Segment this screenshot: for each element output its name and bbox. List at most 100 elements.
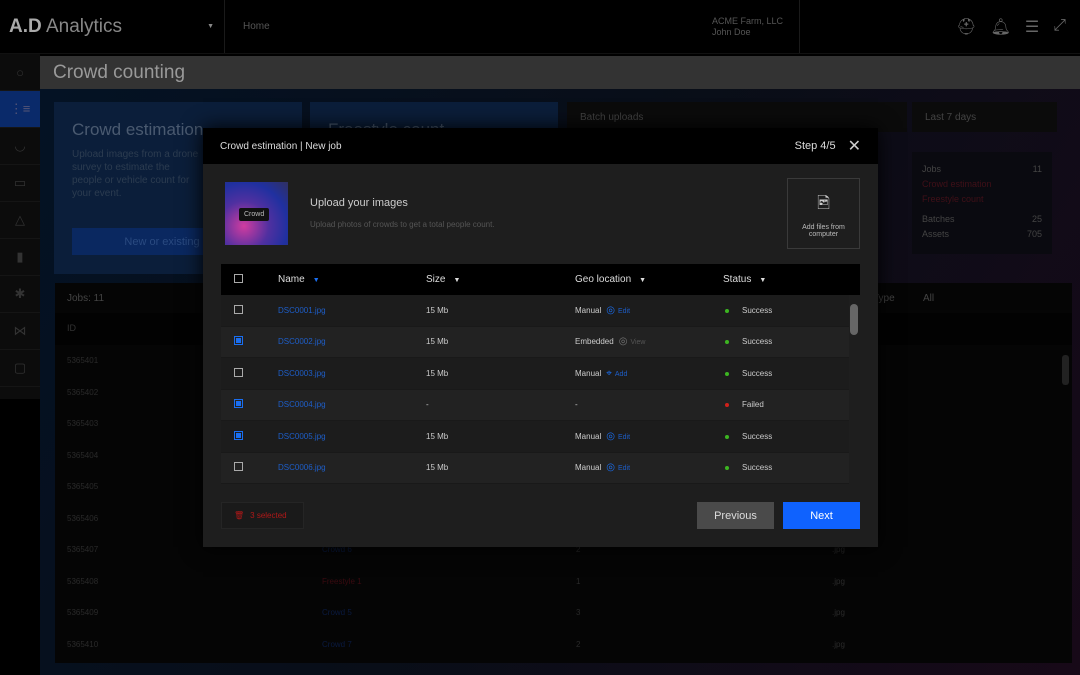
- table-scrollbar[interactable]: [850, 304, 858, 335]
- row-checkbox[interactable]: [234, 367, 243, 377]
- sort-icon: ▼: [639, 277, 647, 284]
- job-id: 5365407: [67, 545, 99, 554]
- sidebar-item-5[interactable]: ▮: [0, 239, 40, 276]
- upload-title: Upload your images: [310, 197, 408, 209]
- id-header[interactable]: ID: [67, 323, 76, 333]
- close-icon[interactable]: ✕: [848, 136, 861, 156]
- type-select[interactable]: All: [923, 293, 934, 304]
- job-name[interactable]: Crowd 5: [322, 608, 352, 617]
- file-row: DSC0003.jpg 15 Mb Manual ⌖ Add Success: [221, 358, 849, 390]
- breadcrumb-home[interactable]: Home: [225, 21, 700, 32]
- row-checkbox[interactable]: [234, 336, 243, 346]
- file-size: -: [426, 400, 429, 410]
- file-name[interactable]: DSC0005.jpg: [278, 432, 326, 441]
- crowd-thumbnail: Crowd: [225, 182, 288, 245]
- sidebar-item-7[interactable]: ⋈: [0, 313, 40, 350]
- geo-edit-link[interactable]: Edit: [618, 434, 630, 441]
- job-ext: .jpg: [832, 639, 845, 649]
- file-row: DSC0006.jpg 15 Mb Manual ◎ Edit Success: [221, 452, 849, 484]
- sort-icon: ▼: [759, 277, 767, 284]
- geo-source: Manual: [575, 368, 602, 378]
- job-name[interactable]: Freestyle 1: [322, 577, 362, 586]
- geo-source: Manual: [575, 305, 602, 315]
- col-geo[interactable]: Geo location ▼: [575, 274, 723, 285]
- status-text: Success: [742, 337, 773, 347]
- page-title: Crowd counting: [40, 56, 1080, 89]
- file-row: DSC0002.jpg 15 Mb Embedded ◎ View Success: [221, 326, 849, 358]
- add-files-button[interactable]: 🖻 Add files from computer: [787, 178, 860, 249]
- job-count: 3: [576, 608, 581, 617]
- selected-count: 3 selected: [250, 511, 287, 520]
- sidebar-item-crowd[interactable]: ⋮≡: [0, 91, 40, 128]
- file-row: DSC0004.jpg - - Failed: [221, 389, 849, 421]
- file-name[interactable]: DSC0006.jpg: [278, 463, 326, 472]
- file-name[interactable]: DSC0004.jpg: [278, 400, 326, 409]
- file-size: 15 Mb: [426, 305, 449, 315]
- sliders-icon[interactable]: ☰: [1025, 17, 1039, 37]
- file-name[interactable]: DSC0001.jpg: [278, 306, 326, 315]
- sidebar-item-home[interactable]: ○: [0, 54, 40, 91]
- user-name: John Doe: [712, 26, 751, 37]
- job-id: 5365405: [67, 482, 99, 491]
- geo-view-link[interactable]: View: [630, 339, 645, 346]
- location-pin-icon: ◎: [606, 430, 615, 442]
- row-checkbox[interactable]: [234, 462, 243, 472]
- sidebar-item-3[interactable]: ▭: [0, 165, 40, 202]
- app-switcher[interactable]: A.D Analytics ▼: [0, 0, 225, 53]
- file-size: 15 Mb: [426, 368, 449, 378]
- image-file-icon: 🖻: [817, 195, 830, 212]
- job-count: 2: [576, 639, 581, 649]
- sidebar-item-2[interactable]: ◡: [0, 128, 40, 165]
- logo: A.D Analytics: [9, 15, 122, 37]
- sidebar-item-4[interactable]: △: [0, 202, 40, 239]
- row-checkbox[interactable]: [234, 304, 243, 314]
- helmet-icon[interactable]: ⛑: [956, 17, 976, 37]
- geo-source: -: [575, 400, 578, 410]
- row-checkbox[interactable]: [234, 430, 243, 440]
- geo-add-link[interactable]: Add: [615, 371, 627, 378]
- status-dot: [725, 340, 729, 345]
- select-all-checkbox[interactable]: [234, 273, 243, 283]
- previous-button[interactable]: Previous: [697, 502, 774, 529]
- col-name[interactable]: Name ▼: [278, 274, 426, 285]
- delete-selected-button[interactable]: 🗑︎ 3 selected: [221, 502, 304, 529]
- bell-icon[interactable]: 🔔︎: [991, 17, 1011, 37]
- status-text: Failed: [742, 400, 764, 410]
- modal-title: Crowd estimation | New job: [220, 140, 342, 152]
- row-checkbox[interactable]: [234, 399, 243, 409]
- sidebar-item-6[interactable]: ✱: [0, 276, 40, 313]
- col-size[interactable]: Size ▼: [426, 274, 575, 285]
- top-bar: A.D Analytics ▼ Home ACME Farm, LLC John D…: [0, 0, 1080, 54]
- geo-source: Manual: [575, 431, 602, 441]
- status-dot: [725, 466, 729, 471]
- job-id: 5365402: [67, 387, 99, 397]
- status-dot: [725, 371, 729, 376]
- file-size: 15 Mb: [426, 337, 449, 347]
- fullscreen-icon[interactable]: ⤢: [1053, 17, 1066, 37]
- col-status[interactable]: Status ▼: [723, 274, 860, 285]
- job-name[interactable]: Crowd 7: [322, 640, 352, 649]
- account-info[interactable]: ACME Farm, LLC John Doe: [700, 0, 800, 53]
- status-text: Success: [742, 431, 773, 441]
- job-id: 5365404: [67, 450, 99, 460]
- job-ext: .jpg: [832, 608, 845, 617]
- range-select[interactable]: Last 7 days: [912, 102, 1057, 132]
- job-count: 1: [576, 576, 581, 586]
- chevron-down-icon: ▼: [207, 23, 214, 30]
- geo-edit-link[interactable]: Edit: [618, 308, 630, 315]
- sidebar-item-8[interactable]: ▢: [0, 350, 40, 387]
- file-name[interactable]: DSC0003.jpg: [278, 369, 326, 378]
- file-name[interactable]: DSC0002.jpg: [278, 337, 326, 346]
- next-button[interactable]: Next: [783, 502, 860, 529]
- step-indicator: Step 4/5: [794, 140, 836, 152]
- geo-edit-link[interactable]: Edit: [618, 465, 630, 472]
- page-scrollbar[interactable]: [1062, 355, 1069, 385]
- status-text: Success: [742, 305, 773, 315]
- status-dot: [725, 434, 729, 439]
- card-desc: Upload images from a drone survey to est…: [72, 149, 199, 199]
- status-dot: [725, 308, 729, 313]
- jobs-count: Jobs: 11: [67, 293, 105, 304]
- job-id: 5365409: [67, 608, 99, 617]
- sort-icon: ▼: [312, 277, 320, 284]
- job-id: 5365406: [67, 513, 99, 523]
